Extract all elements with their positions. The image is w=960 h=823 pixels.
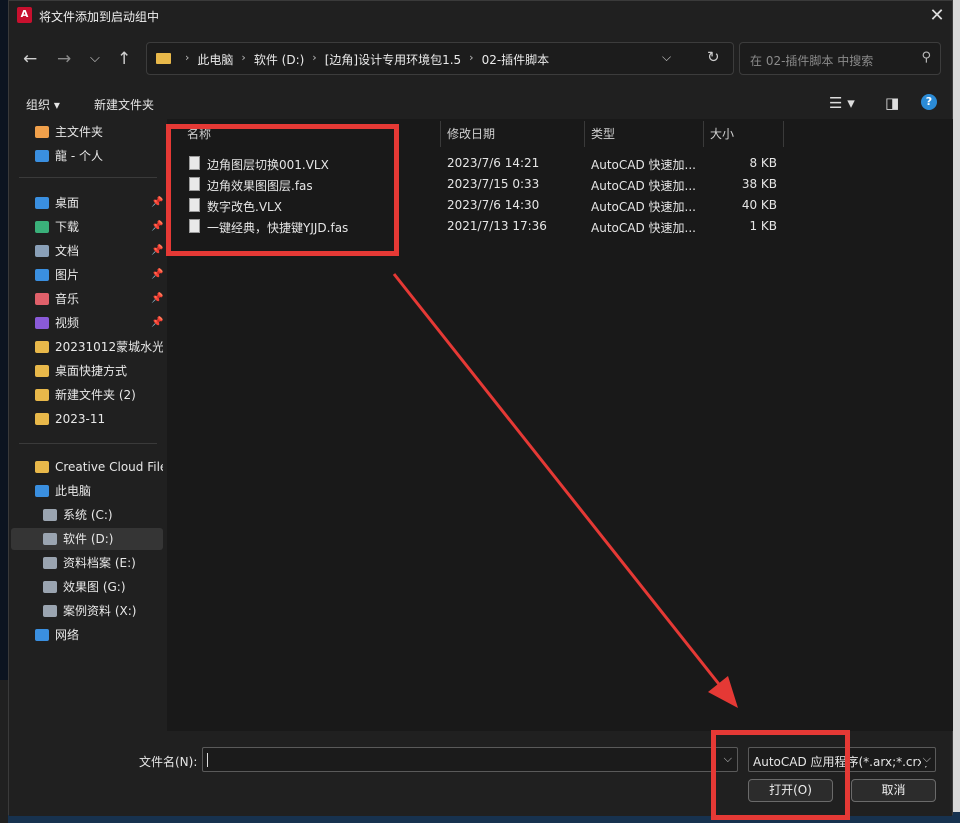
annotation-arrow (392, 273, 738, 708)
arrow-line (392, 273, 724, 689)
arrow-head (708, 676, 738, 708)
